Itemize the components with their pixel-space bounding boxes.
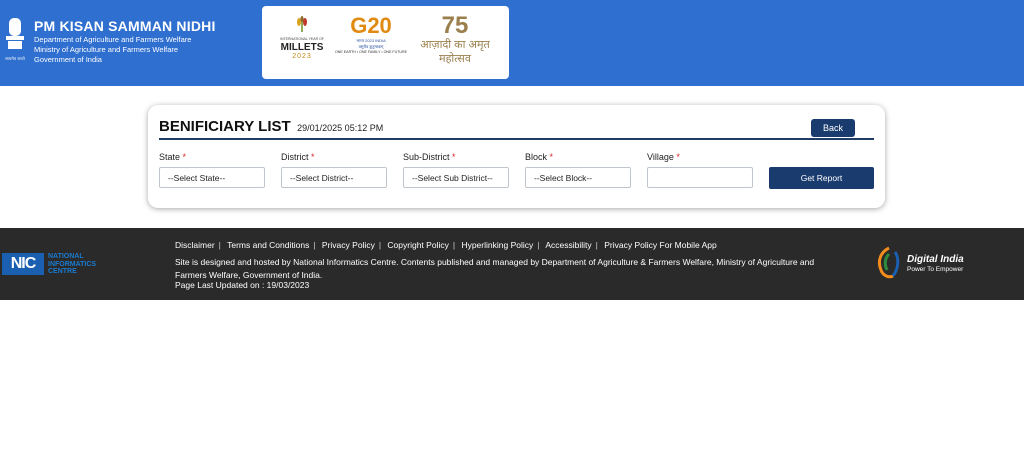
terms-link[interactable]: Terms and Conditions	[227, 240, 309, 250]
nic-name: NATIONAL INFORMATICS CENTRE	[48, 253, 97, 275]
ministry-line: Ministry of Agriculture and Farmers Welf…	[34, 45, 179, 54]
village-label: Village *	[647, 152, 680, 162]
millets-year: 2023	[292, 53, 312, 60]
privacy-link[interactable]: Privacy Policy	[322, 240, 375, 250]
back-button[interactable]: Back	[811, 119, 855, 137]
g20-tagline: ONE EARTH • ONE FAMILY • ONE FUTURE	[334, 50, 407, 54]
g20-mark: G20	[350, 13, 392, 38]
state-label: State *	[159, 152, 187, 162]
timestamp: 29/01/2025 05:12 PM	[297, 123, 384, 133]
copyright-link[interactable]: Copyright Policy	[387, 240, 448, 250]
site-footer: NIC NATIONAL INFORMATICS CENTRE Disclaim…	[0, 228, 1024, 300]
village-input[interactable]	[647, 167, 753, 188]
azadi-logo: 75 आज़ादी का अमृत महोत्सव	[406, 14, 504, 66]
title-divider	[159, 138, 874, 140]
digital-india-title: Digital India	[907, 254, 964, 265]
site-title: PM KISAN SAMMAN NIDHI	[34, 18, 216, 34]
footer-links: Disclaimer | Terms and Conditions | Privac…	[175, 240, 717, 250]
partner-logos: INTERNATIONAL YEAR OF MILLETS 2023 G20 भ…	[262, 6, 509, 79]
page-title: BENIFICIARY LIST	[159, 118, 291, 135]
subdistrict-select[interactable]: --Select Sub District--	[403, 167, 509, 188]
district-select[interactable]: --Select District--	[281, 167, 387, 188]
beneficiary-card: BENIFICIARY LIST 29/01/2025 05:12 PM Bac…	[148, 105, 885, 208]
hyperlinking-link[interactable]: Hyperlinking Policy	[461, 240, 533, 250]
g20-logo: G20 भारत 2023 INDIA वसुधैव कुटुम्बकम् ON…	[330, 14, 412, 55]
emblem-caption: सत्यमेव जयते	[5, 56, 25, 61]
azadi-text: आज़ादी का अमृत महोत्सव	[420, 39, 490, 65]
govt-line: Government of India	[34, 55, 102, 64]
digital-india-icon	[877, 246, 900, 279]
mobile-privacy-link[interactable]: Privacy Policy For Mobile App	[604, 240, 716, 250]
state-select[interactable]: --Select State--	[159, 167, 265, 188]
card-heading: BENIFICIARY LIST 29/01/2025 05:12 PM	[159, 118, 383, 136]
national-emblem-icon: सत्यमेव जयते	[5, 18, 26, 61]
block-select[interactable]: --Select Block--	[525, 167, 631, 188]
azadi-number: 75	[441, 12, 469, 39]
disclaimer-link[interactable]: Disclaimer	[175, 240, 215, 250]
block-label: Block *	[525, 152, 554, 162]
dept-line: Department of Agriculture and Farmers We…	[34, 35, 192, 44]
millets-big: MILLETS	[280, 42, 324, 53]
last-updated-text: Page Last Updated on : 19/03/2023	[175, 280, 310, 290]
millets-plant-icon	[297, 16, 307, 32]
subdistrict-label: Sub-District *	[403, 152, 456, 162]
millets-logo: INTERNATIONAL YEAR OF MILLETS 2023	[272, 16, 332, 61]
digital-india-tagline: Power To Empower	[907, 266, 964, 273]
accessibility-link[interactable]: Accessibility	[545, 240, 591, 250]
brand-block: PM KISAN SAMMAN NIDHI Department of Agri…	[34, 18, 216, 65]
district-label: District *	[281, 152, 315, 162]
nic-mark: NIC	[2, 253, 44, 275]
site-header: सत्यमेव जयते PM KISAN SAMMAN NIDHI Depar…	[0, 0, 1024, 86]
hosted-by-text: Site is designed and hosted by National …	[175, 257, 815, 280]
get-report-button[interactable]: Get Report	[769, 167, 874, 189]
